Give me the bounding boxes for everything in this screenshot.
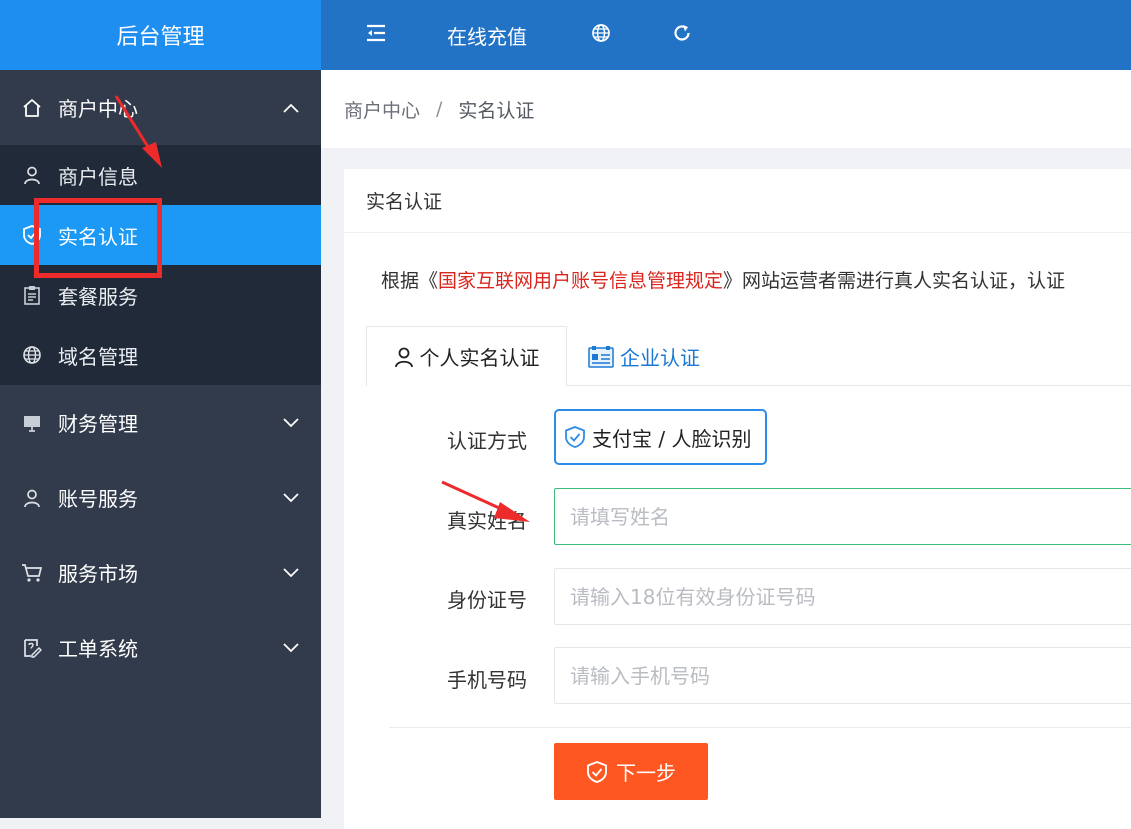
id-number-label: 身份证号 bbox=[447, 588, 527, 612]
ticket-icon bbox=[20, 636, 44, 660]
tab-label: 企业认证 bbox=[620, 346, 700, 370]
refresh-icon bbox=[672, 23, 692, 48]
auth-tabs: 个人实名认证 企业认证 bbox=[366, 326, 1131, 387]
sidebar-group-merchant-center[interactable]: 商户中心 bbox=[0, 70, 321, 145]
globe-icon bbox=[20, 343, 44, 367]
shield-check-icon bbox=[564, 425, 586, 449]
globe-button[interactable] bbox=[591, 0, 611, 70]
method-label: 认证方式 bbox=[447, 429, 527, 453]
next-step-button[interactable]: 下一步 bbox=[554, 743, 708, 800]
home-icon bbox=[20, 96, 44, 120]
sidebar-group-label: 工单系统 bbox=[58, 637, 138, 661]
sidebar-group-label: 财务管理 bbox=[58, 412, 138, 436]
breadcrumb-separator: / bbox=[436, 98, 443, 120]
online-recharge-link[interactable]: 在线充值 bbox=[447, 0, 527, 70]
globe-icon bbox=[591, 23, 611, 48]
auth-method-alipay-face[interactable]: 支付宝 / 人脸识别 bbox=[554, 409, 767, 465]
sidebar: 后台管理 商户中心 商户信息 实名认证 套餐服务 域名管理 财务管理 账号服务 … bbox=[0, 0, 321, 818]
top-header: 在线充值 bbox=[321, 0, 1131, 70]
chevron-up-icon bbox=[283, 70, 299, 145]
form-divider bbox=[389, 727, 1131, 728]
tab-personal-auth[interactable]: 个人实名认证 bbox=[366, 326, 567, 387]
chevron-down-icon bbox=[283, 460, 299, 535]
sidebar-item-domain-management[interactable]: 域名管理 bbox=[0, 325, 321, 385]
notice-suffix: 》网站运营者需进行真人实名认证，认证 bbox=[723, 270, 1066, 292]
sidebar-group-finance[interactable]: 财务管理 bbox=[0, 385, 321, 460]
notice-text: 根据《国家互联网用户账号信息管理规定》网站运营者需进行真人实名认证，认证 bbox=[381, 266, 1065, 293]
sidebar-group-account-service[interactable]: 账号服务 bbox=[0, 460, 321, 535]
card-title: 实名认证 bbox=[344, 169, 1131, 233]
id-number-input[interactable] bbox=[554, 568, 1131, 625]
tab-label: 个人实名认证 bbox=[419, 346, 540, 370]
breadcrumb-current: 实名认证 bbox=[458, 99, 535, 122]
chevron-down-icon bbox=[283, 610, 299, 685]
sidebar-group-label: 服务市场 bbox=[58, 562, 138, 586]
user-icon bbox=[20, 486, 44, 510]
real-name-auth-card: 实名认证 根据《国家互联网用户账号信息管理规定》网站运营者需进行真人实名认证，认… bbox=[344, 169, 1131, 829]
tab-enterprise-auth[interactable]: 企业认证 bbox=[588, 326, 700, 387]
notice-law-link[interactable]: 国家互联网用户账号信息管理规定 bbox=[438, 270, 723, 292]
method-value: 支付宝 / 人脸识别 bbox=[592, 426, 752, 451]
next-step-label: 下一步 bbox=[616, 761, 676, 785]
menu-fold-icon bbox=[365, 23, 387, 47]
user-icon bbox=[20, 163, 44, 187]
shield-check-icon bbox=[586, 760, 608, 784]
sidebar-item-label: 域名管理 bbox=[58, 344, 138, 369]
sidebar-group-service-market[interactable]: 服务市场 bbox=[0, 535, 321, 610]
notice-prefix: 根据《 bbox=[381, 270, 439, 292]
annotation-highlight-box bbox=[34, 198, 162, 278]
business-card-icon bbox=[588, 345, 614, 369]
sidebar-item-label: 商户信息 bbox=[58, 164, 138, 189]
sidebar-group-ticket-system[interactable]: 工单系统 bbox=[0, 610, 321, 685]
sidebar-group-label: 账号服务 bbox=[58, 487, 138, 511]
sidebar-group-label: 商户中心 bbox=[58, 97, 138, 121]
sidebar-item-merchant-info[interactable]: 商户信息 bbox=[0, 145, 321, 205]
real-name-input[interactable] bbox=[554, 488, 1131, 545]
cart-icon bbox=[20, 561, 44, 585]
refresh-button[interactable] bbox=[672, 0, 692, 70]
chevron-down-icon bbox=[283, 385, 299, 460]
app-logo-title[interactable]: 后台管理 bbox=[0, 0, 321, 70]
phone-input[interactable] bbox=[554, 647, 1131, 704]
breadcrumb: 商户中心 / 实名认证 bbox=[321, 70, 1131, 148]
phone-label: 手机号码 bbox=[447, 668, 527, 692]
clipboard-icon bbox=[20, 283, 44, 307]
menu-toggle-button[interactable] bbox=[365, 0, 387, 70]
breadcrumb-parent[interactable]: 商户中心 bbox=[344, 96, 420, 123]
sidebar-item-label: 套餐服务 bbox=[58, 284, 138, 309]
name-label: 真实姓名 bbox=[447, 509, 527, 533]
chevron-down-icon bbox=[283, 535, 299, 610]
user-icon bbox=[394, 346, 414, 368]
monitor-icon bbox=[20, 411, 44, 435]
